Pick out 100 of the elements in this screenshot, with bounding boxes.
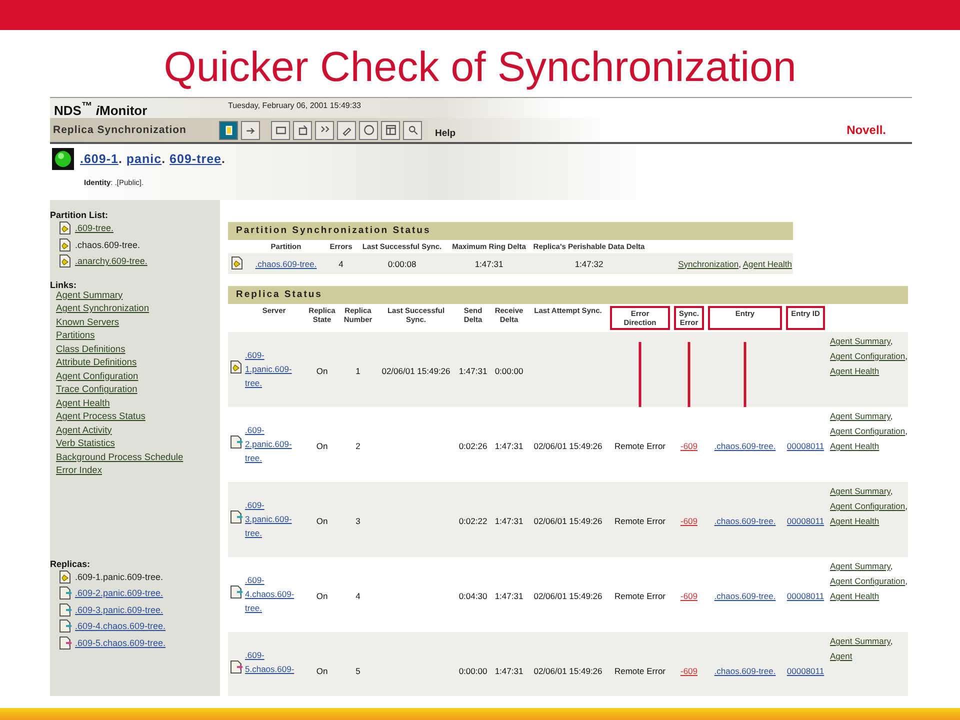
replica-icon (229, 435, 243, 449)
table-cell: Remote Error (614, 590, 666, 600)
sidebar-link[interactable]: Background Process Schedule (50, 452, 184, 465)
table-cell: 0:02:22 (458, 516, 488, 526)
sidebar-link[interactable]: Trace Configuration (50, 384, 138, 398)
sidebar-link[interactable]: Verb Statistics (50, 438, 115, 452)
server-link[interactable]: .609-2.panic.609-tree. (245, 407, 301, 465)
table-cell: 2 (356, 440, 360, 450)
entry-link[interactable]: .chaos.609-tree. (714, 516, 776, 526)
sidebar-link[interactable]: Error Index (50, 465, 102, 478)
server-check-button[interactable] (293, 120, 312, 140)
agent-link[interactable]: Agent Summary (830, 486, 890, 496)
partition-item[interactable]: .chaos.609-tree. (50, 236, 220, 253)
table-cell: 0:00:08 (388, 258, 416, 268)
replica-icon (58, 254, 72, 268)
sidebar-link[interactable]: Agent Activity (50, 424, 112, 438)
agent-link[interactable]: Agent Configuration (830, 351, 906, 361)
table-cell: 02/06/01 15:49:26 (534, 590, 602, 600)
table-cell: 4 (356, 590, 360, 600)
agent-link[interactable]: Agent Health (830, 441, 880, 451)
section-label: Links: (50, 280, 78, 290)
entry-link[interactable]: .chaos.609-tree. (714, 440, 776, 450)
comma: , (890, 336, 893, 346)
entry-link[interactable]: .chaos.609-tree. (714, 666, 776, 676)
table-cell: Remote Error (614, 440, 666, 450)
replica-icon (229, 585, 243, 599)
agent-link[interactable]: Agent Configuration (830, 576, 906, 586)
entry-id-link[interactable]: 00008011 (786, 666, 824, 676)
entry-id-link[interactable]: 00008011 (786, 440, 824, 450)
status-link[interactable]: Agent Health (742, 258, 792, 268)
sidebar-link[interactable]: Known Servers (50, 316, 120, 330)
table-cell: 02/06/01 15:49:26 (534, 516, 602, 526)
brand-logo: Novell. (846, 123, 886, 137)
table-cell: On (316, 366, 328, 376)
search-button[interactable] (403, 120, 422, 140)
sidebar-link[interactable]: Partitions (50, 330, 95, 344)
partition-item[interactable]: .anarchy.609-tree. (50, 253, 220, 270)
error-code-link[interactable]: -609 (680, 440, 698, 450)
status-light-icon (52, 148, 74, 170)
agent-link[interactable]: Agent Health (830, 366, 880, 376)
comma: , (905, 351, 908, 361)
report-button[interactable] (381, 120, 400, 140)
forward-button[interactable] (241, 120, 260, 140)
replica-item[interactable]: .609-5.chaos.609-tree. (50, 634, 220, 651)
slide-title: Quicker Check of Synchronization (162, 42, 798, 92)
comma: , (890, 636, 893, 646)
table-cell: 4 (338, 258, 344, 268)
table-cell: On (316, 666, 328, 676)
agent-link[interactable]: Agent Configuration (830, 501, 906, 511)
error-code-link[interactable]: -609 (680, 590, 698, 600)
agent-link[interactable]: Agent Summary (830, 336, 890, 346)
replica-item[interactable]: .609-2.panic.609-tree. (50, 585, 220, 602)
entry-link[interactable]: .chaos.609-tree. (714, 590, 776, 600)
page-title: Replica Synchronization (52, 124, 188, 136)
sidebar-link[interactable]: Attribute Definitions (50, 357, 137, 370)
sidebar-link[interactable]: Agent Synchronization (50, 303, 150, 316)
replica-item[interactable]: .609-1.panic.609-tree. (50, 568, 220, 585)
help-link[interactable]: Help (435, 128, 456, 138)
table-cell: On (316, 590, 328, 600)
table-cell: 1:47:31 (494, 590, 524, 600)
context-link[interactable]: panic (126, 152, 162, 166)
sidebar-link[interactable]: Agent Configuration (50, 370, 138, 384)
entry-id-link[interactable]: 00008011 (786, 516, 824, 526)
sidebar-link[interactable]: Agent Process Status (50, 411, 146, 424)
table-cell: Remote Error (614, 666, 666, 676)
replica-item[interactable]: .609-4.chaos.609-tree. (50, 618, 220, 634)
entry-id-link[interactable]: 00008011 (786, 590, 824, 600)
server-button[interactable] (271, 120, 290, 140)
section-label: Replicas: (50, 558, 92, 568)
agent-link[interactable]: Agent Health (830, 516, 880, 526)
table-cell: On (316, 516, 328, 526)
status-link[interactable]: Synchronization (678, 258, 739, 268)
agent-link[interactable]: Agent Summary (830, 411, 890, 421)
agent-link[interactable]: Agent Configuration (830, 426, 906, 436)
server-link[interactable]: .609-1.panic.609-tree. (245, 332, 301, 390)
comma: , (905, 501, 908, 511)
error-code-link[interactable]: -609 (680, 666, 698, 676)
date-time: Tuesday, February 06, 2001 15:49:33 (228, 100, 361, 112)
sidebar-link[interactable]: Agent Health (50, 398, 110, 411)
sidebar-link[interactable]: Class Definitions (50, 344, 126, 357)
error-code-link[interactable]: -609 (680, 516, 698, 526)
replica-icon (58, 570, 72, 584)
comma: , (890, 411, 893, 421)
agent-link[interactable]: Agent Summary (830, 636, 890, 646)
agent-link[interactable]: Agent Summary (830, 561, 890, 571)
agent-link[interactable]: Agent Health (830, 591, 880, 601)
table-cell: 0:00:00 (494, 366, 524, 376)
section-header: Partition Synchronization Status (228, 222, 793, 240)
comma: , (890, 561, 893, 571)
help-button[interactable] (219, 120, 238, 140)
table-cell: 1:47:31 (474, 258, 504, 268)
partition-item[interactable]: .609-tree. (50, 220, 220, 236)
context-link[interactable]: 609-tree (170, 152, 222, 166)
comma: , (890, 486, 893, 496)
path-dot: . (162, 152, 167, 166)
server-link[interactable]: .609-4.chaos.609-tree. (245, 557, 301, 615)
context-link[interactable]: .609-1 (80, 152, 118, 166)
agent-link[interactable]: Agent (830, 651, 852, 661)
sidebar-link[interactable]: Agent Summary (50, 290, 123, 303)
replica-item[interactable]: .609-3.panic.609-tree. (50, 602, 220, 618)
